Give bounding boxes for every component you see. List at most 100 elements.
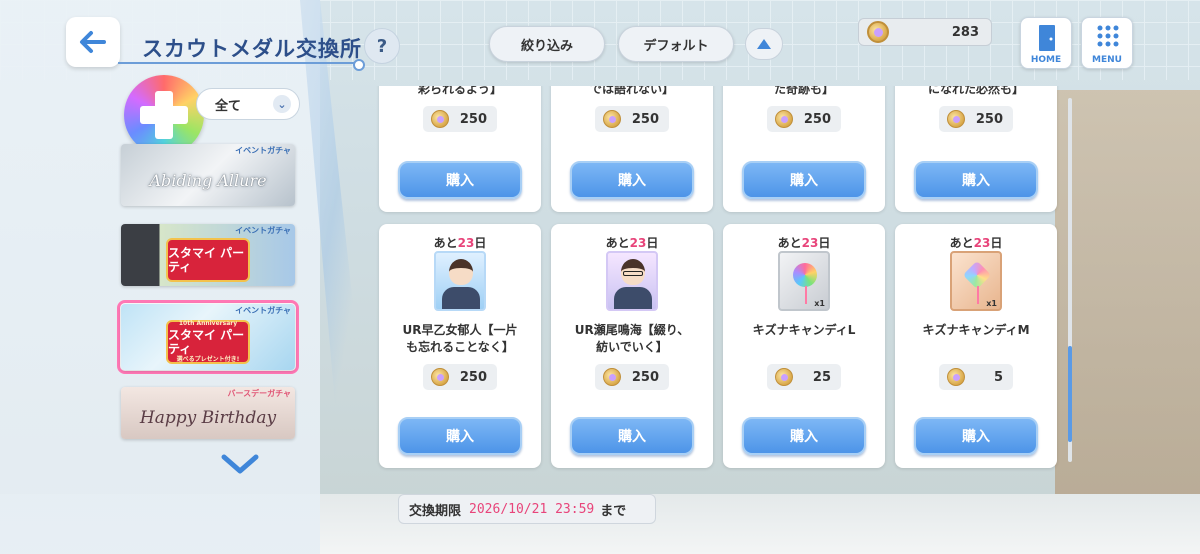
exchange-deadline: 交換期限 2026/10/21 23:59 まで xyxy=(398,494,656,524)
chevron-down-icon: ⌄ xyxy=(273,95,291,113)
help-button[interactable]: ? xyxy=(364,28,400,64)
price-value: 25 xyxy=(812,369,831,385)
buy-button[interactable]: 購入 xyxy=(742,161,866,199)
back-button[interactable] xyxy=(66,17,120,67)
item-price: 25 xyxy=(767,364,841,390)
item-name: た奇跡も】 xyxy=(773,86,834,96)
item-card: あと23日 x1 キズナキャンディM 5 購入 xyxy=(895,224,1057,468)
item-name: キズナキャンディL xyxy=(752,323,856,337)
scout-medal-icon xyxy=(603,110,621,128)
buy-button[interactable]: 購入 xyxy=(398,161,522,199)
banner-art: Happy Birthday xyxy=(139,408,277,428)
item-price: 250 xyxy=(595,364,669,390)
sort-order-toggle[interactable] xyxy=(745,28,783,60)
candy-item-thumbnail: x1 xyxy=(778,251,830,311)
category-select-value: 全て xyxy=(215,98,242,114)
banner-art: スタマイ パーティ xyxy=(168,246,245,274)
scout-medal-icon xyxy=(603,368,621,386)
buy-button[interactable]: 購入 xyxy=(398,417,522,455)
item-card: あと23日 UR早乙女郁人【一片 も忘れることなく】 250 購入 xyxy=(379,224,541,468)
medal-balance: 283 xyxy=(858,18,992,46)
title-underline xyxy=(118,59,365,71)
deadline-date: 2026/10/21 23:59 xyxy=(469,501,595,517)
item-price: 250 xyxy=(939,106,1013,132)
price-value: 250 xyxy=(975,111,1003,127)
price-value: 250 xyxy=(459,369,487,385)
item-price: 250 xyxy=(423,364,497,390)
item-name: UR瀬尾鳴海【綴り、 紡いでいく】 xyxy=(574,323,690,354)
remaining-days: あと23日 xyxy=(433,236,487,250)
buy-button[interactable]: 購入 xyxy=(914,417,1038,455)
item-card: になれた必然も】 250 購入 xyxy=(895,86,1057,212)
item-card: あと23日 x1 キズナキャンディL 25 購入 xyxy=(723,224,885,468)
item-card: では語れない】 250 購入 xyxy=(551,86,713,212)
item-price: 250 xyxy=(423,106,497,132)
gacha-banner-4[interactable]: バースデーガチャ Happy Birthday xyxy=(121,387,295,439)
gacha-banner-3-selected[interactable]: イベントガチャ 10th Anniversary スタマイ パーティ 選べるプレ… xyxy=(121,304,295,370)
lollipop-icon xyxy=(793,263,817,287)
price-value: 250 xyxy=(631,369,659,385)
banner-art: Abiding Allure xyxy=(149,170,267,190)
gacha-banner-1[interactable]: イベントガチャ Abiding Allure xyxy=(121,144,295,206)
item-name: になれた必然も】 xyxy=(927,86,1024,96)
scout-medal-icon xyxy=(775,110,793,128)
item-name: キズナキャンディM xyxy=(922,323,1030,337)
gacha-banner-2[interactable]: イベントガチャ スタマイ パーティ xyxy=(121,224,295,286)
item-price: 250 xyxy=(767,106,841,132)
home-label: HOME xyxy=(1030,55,1062,65)
scout-medal-icon xyxy=(947,110,965,128)
item-name: UR早乙女郁人【一片 も忘れることなく】 xyxy=(402,323,518,354)
remaining-days: あと23日 xyxy=(605,236,659,250)
banner-logo: スタマイ パーティ xyxy=(166,238,250,282)
medal-balance-value: 283 xyxy=(951,24,979,40)
buy-button[interactable]: 購入 xyxy=(914,161,1038,199)
scroll-down-chevron-icon[interactable] xyxy=(220,449,260,479)
category-gamepad-icon xyxy=(124,75,204,155)
scout-medal-icon xyxy=(867,21,889,43)
price-value: 250 xyxy=(459,111,487,127)
back-arrow-icon xyxy=(80,31,106,53)
scout-medal-icon xyxy=(431,110,449,128)
grid-dots-icon xyxy=(1097,25,1119,47)
price-value: 5 xyxy=(993,369,1003,385)
narrow-down-button[interactable]: 絞り込み xyxy=(489,26,605,62)
banner-note: 選べるプレゼント付き! xyxy=(176,356,240,363)
character-card-thumbnail xyxy=(434,251,486,311)
buy-button[interactable]: 購入 xyxy=(570,417,694,455)
item-name: 彩られるよう】 xyxy=(417,86,502,96)
list-scrollbar[interactable] xyxy=(1068,98,1072,462)
item-price: 5 xyxy=(939,364,1013,390)
character-card-thumbnail xyxy=(606,251,658,311)
door-icon xyxy=(1039,25,1055,51)
remaining-days: あと23日 xyxy=(949,236,1003,250)
item-name: では語れない】 xyxy=(589,86,674,96)
scout-medal-icon xyxy=(775,368,793,386)
category-select[interactable]: 全て ⌄ xyxy=(196,88,300,120)
triangle-up-icon xyxy=(757,39,771,49)
item-price: 250 xyxy=(595,106,669,132)
sort-button[interactable]: デフォルト xyxy=(618,26,734,62)
item-card: た奇跡も】 250 購入 xyxy=(723,86,885,212)
menu-button[interactable]: MENU xyxy=(1081,17,1133,69)
buy-button[interactable]: 購入 xyxy=(570,161,694,199)
lollipop-icon xyxy=(962,260,992,290)
banner-art: スタマイ パーティ xyxy=(168,328,245,356)
remaining-days: あと23日 xyxy=(777,236,831,250)
menu-label: MENU xyxy=(1092,55,1122,65)
deadline-suffix: まで xyxy=(600,503,627,519)
deadline-label: 交換期限 xyxy=(409,503,462,519)
price-value: 250 xyxy=(631,111,659,127)
exchange-item-list[interactable]: 彩られるよう】 250 購入 では語れない】 250 購入 た奇跡も】 250 … xyxy=(372,86,1062,472)
banner-logo: 10th Anniversary スタマイ パーティ 選べるプレゼント付き! xyxy=(166,320,250,364)
home-button[interactable]: HOME xyxy=(1020,17,1072,69)
item-card: 彩られるよう】 250 購入 xyxy=(379,86,541,212)
banner-subtext: 10th Anniversary xyxy=(178,320,238,327)
item-card: あと23日 UR瀬尾鳴海【綴り、 紡いでいく】 250 購入 xyxy=(551,224,713,468)
scout-medal-icon xyxy=(947,368,965,386)
page-title: スカウトメダル交換所 xyxy=(142,37,362,61)
price-value: 250 xyxy=(803,111,831,127)
scout-medal-icon xyxy=(431,368,449,386)
candy-item-thumbnail: x1 xyxy=(950,251,1002,311)
buy-button[interactable]: 購入 xyxy=(742,417,866,455)
scrollbar-thumb[interactable] xyxy=(1068,346,1072,442)
